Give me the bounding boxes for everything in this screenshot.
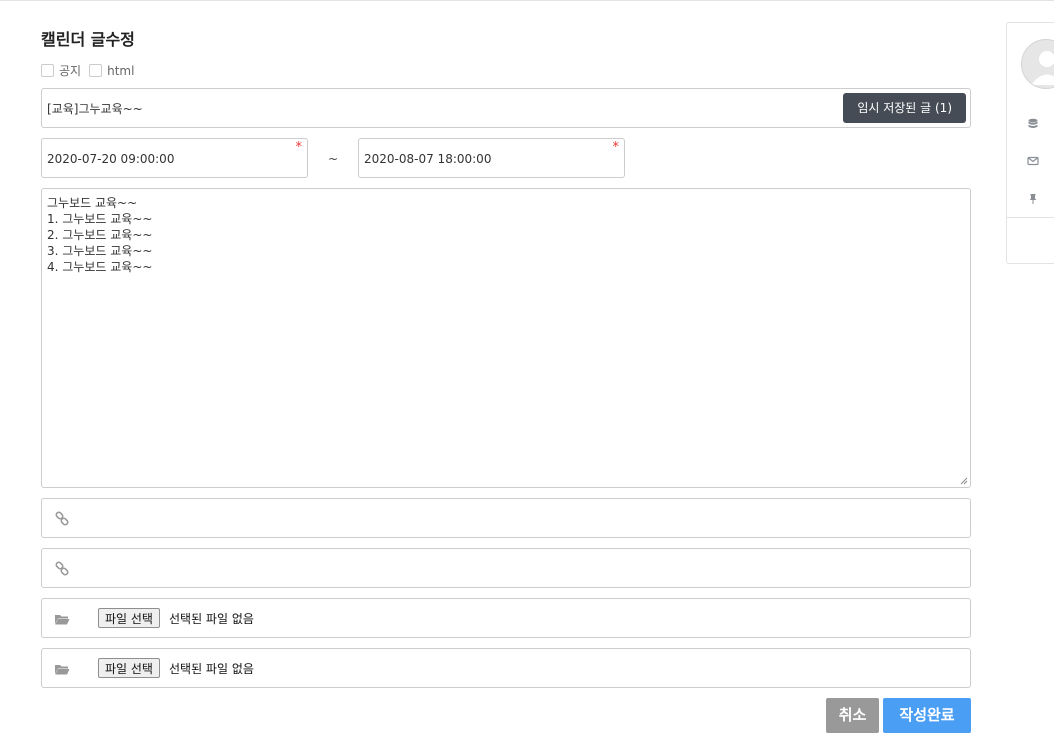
envelope-icon[interactable]	[1027, 155, 1039, 167]
thumbtack-icon[interactable]	[1027, 193, 1039, 205]
top-divider	[0, 0, 1054, 1]
page-title: 캘린더 글수정	[41, 30, 135, 49]
link-icon	[55, 561, 69, 576]
html-checkbox[interactable]	[89, 64, 103, 77]
file-status: 선택된 파일 없음	[169, 662, 254, 676]
cancel-button[interactable]: 취소	[826, 698, 879, 733]
end-date-field[interactable]: 2020-08-07 18:00:00 *	[358, 138, 625, 178]
avatar[interactable]	[1021, 39, 1054, 89]
link-field-1[interactable]	[41, 498, 971, 538]
date-separator: ~	[328, 152, 339, 166]
subject-input[interactable]: [교육]그누교육~~	[47, 100, 143, 117]
end-date-input[interactable]: 2020-08-07 18:00:00	[364, 152, 491, 166]
resize-handle-icon[interactable]	[960, 477, 968, 485]
link-icon	[55, 511, 69, 526]
link-field-2[interactable]	[41, 548, 971, 588]
file-field-1: 파일 선택 선택된 파일 없음	[41, 598, 971, 638]
content-text[interactable]: 그누보드 교육~~ 1. 그누보드 교육~~ 2. 그누보드 교육~~ 3. 그…	[47, 195, 152, 275]
default-avatar-icon	[1031, 51, 1054, 85]
content-textarea[interactable]: 그누보드 교육~~ 1. 그누보드 교육~~ 2. 그누보드 교육~~ 3. 그…	[41, 188, 971, 488]
notice-checkbox[interactable]	[41, 64, 54, 77]
start-date-field[interactable]: 2020-07-20 09:00:00 *	[41, 138, 308, 178]
draft-saved-button[interactable]: 임시 저장된 글 (1)	[843, 93, 966, 123]
database-icon[interactable]	[1027, 118, 1039, 130]
required-mark: *	[612, 140, 620, 155]
sidebar-divider	[1007, 217, 1054, 218]
html-label[interactable]: html	[107, 64, 134, 78]
submit-button[interactable]: 작성완료	[883, 698, 971, 733]
start-date-input[interactable]: 2020-07-20 09:00:00	[47, 152, 174, 166]
subject-field[interactable]: [교육]그누교육~~ 임시 저장된 글 (1)	[41, 88, 971, 128]
file-field-2: 파일 선택 선택된 파일 없음	[41, 648, 971, 688]
user-sidebar	[1006, 22, 1054, 264]
folder-open-icon	[55, 665, 70, 675]
file-select-button[interactable]: 파일 선택	[98, 658, 160, 678]
required-mark: *	[295, 140, 303, 155]
options-row: 공지 html	[41, 62, 142, 79]
file-select-button[interactable]: 파일 선택	[98, 608, 160, 628]
notice-label[interactable]: 공지	[59, 62, 81, 79]
file-status: 선택된 파일 없음	[169, 612, 254, 626]
folder-open-icon	[55, 615, 70, 625]
